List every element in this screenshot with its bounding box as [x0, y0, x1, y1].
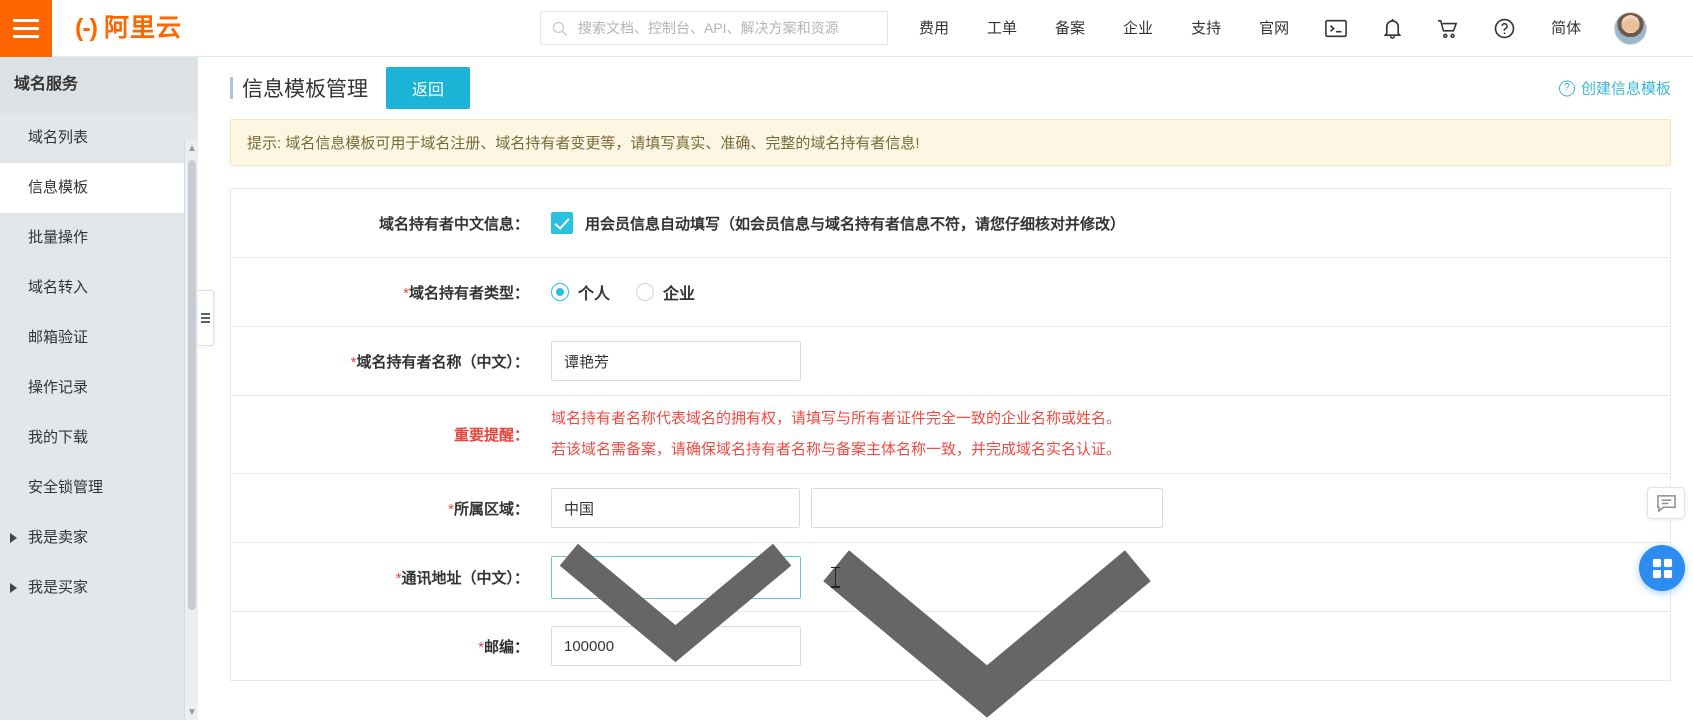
text-cursor-icon [835, 568, 836, 587]
radio-indicator [636, 283, 654, 301]
auto-fill-checkbox-label: 用会员信息自动填写（如会员信息与域名持有者信息不符，请您仔细核对并修改） [585, 213, 1125, 234]
top-navigation-bar: (-) 阿里云 费用 工单 备案 企业 支持 官网 [0, 0, 1693, 57]
help-circle-icon[interactable] [1493, 18, 1515, 40]
notice-banner: 提示: 域名信息模板可用于域名注册、域名持有者变更等，请填写真实、准确、完整的域… [230, 119, 1671, 166]
radio-holder-type-enterprise[interactable]: 企业 [636, 280, 695, 304]
region-country-select[interactable]: 中国 [551, 488, 800, 528]
search-icon [551, 20, 568, 37]
form-row-region: *所属区域： 中国 [231, 474, 1670, 543]
sidebar-item-label: 我的下载 [28, 429, 88, 446]
label-holder-info: 域名持有者中文信息： [241, 213, 551, 234]
hamburger-menu-icon[interactable] [0, 0, 52, 57]
label-postcode: *邮编： [241, 636, 551, 657]
sidebar-item-label: 域名列表 [28, 129, 88, 146]
global-search[interactable] [540, 11, 888, 45]
app-grid-icon [1651, 557, 1674, 580]
label-important-reminder: 重要提醒： [241, 424, 551, 445]
chevron-right-icon [10, 583, 17, 593]
nav-item-enterprise[interactable]: 企业 [1104, 0, 1172, 57]
language-switch[interactable]: 简体 [1532, 0, 1600, 57]
sidebar-item-i-am-seller[interactable]: 我是卖家 [0, 513, 198, 563]
info-template-form: 域名持有者中文信息： 用会员信息自动填写（如会员信息与域名持有者信息不符，请您仔… [230, 188, 1671, 681]
radio-label: 企业 [663, 280, 695, 304]
sidebar-item-operation-log[interactable]: 操作记录 [0, 363, 198, 413]
nav-item-tickets[interactable]: 工单 [968, 0, 1036, 57]
main-content: 信息模板管理 返回 ? 创建信息模板 提示: 域名信息模板可用于域名注册、域名持… [198, 57, 1693, 720]
terminal-icon[interactable] [1325, 18, 1347, 40]
aliyun-logo[interactable]: (-) 阿里云 [75, 16, 182, 41]
create-info-template-link[interactable]: ? 创建信息模板 [1559, 78, 1671, 99]
form-row-holder-type: *域名持有者类型： 个人 企业 [231, 258, 1670, 327]
sidebar-item-batch-ops[interactable]: 批量操作 [0, 213, 198, 263]
sidebar-item-label: 安全锁管理 [28, 479, 103, 496]
region-province-value [811, 488, 1163, 528]
radio-indicator [551, 283, 569, 301]
user-avatar[interactable] [1614, 12, 1647, 45]
scroll-up-arrow-icon[interactable]: ▲ [185, 140, 199, 156]
reminder-line-1: 域名持有者名称代表域名的拥有权，请填写与所有者证件完全一致的企业名称或姓名。 [551, 410, 1121, 428]
top-nav-items: 费用 工单 备案 企业 支持 官网 [900, 0, 1655, 57]
chevron-down-icon [551, 528, 800, 670]
sidebar-item-label: 操作记录 [28, 379, 88, 396]
sidebar: 域名服务 域名列表 信息模板 批量操作 域名转入 邮箱验证 操作记录 我的下载 … [0, 57, 198, 720]
chat-widget-button[interactable] [1647, 487, 1685, 519]
sidebar-item-info-template[interactable]: 信息模板 [0, 163, 198, 213]
collapse-bars-icon [201, 311, 210, 325]
create-info-template-label: 创建信息模板 [1581, 78, 1671, 99]
sidebar-collapse-handle[interactable] [198, 290, 214, 346]
holder-name-input[interactable] [551, 341, 801, 381]
back-button[interactable]: 返回 [386, 67, 470, 109]
region-province-select[interactable] [811, 488, 1163, 528]
nav-item-support[interactable]: 支持 [1172, 0, 1240, 57]
sidebar-scrollbar[interactable]: ▲ ▼ [184, 140, 198, 720]
radio-label: 个人 [578, 280, 610, 304]
auto-fill-checkbox[interactable] [551, 212, 573, 234]
sidebar-item-label: 我是卖家 [28, 529, 88, 546]
page-title: 信息模板管理 [230, 73, 368, 103]
aliyun-logo-text: 阿里云 [104, 16, 182, 41]
sidebar-item-domain-list[interactable]: 域名列表 [0, 113, 198, 163]
label-region: *所属区域： [241, 498, 551, 519]
radio-holder-type-individual[interactable]: 个人 [551, 280, 610, 304]
cart-icon[interactable] [1437, 18, 1459, 40]
sidebar-item-email-verify[interactable]: 邮箱验证 [0, 313, 198, 363]
sidebar-item-label: 批量操作 [28, 229, 88, 246]
scroll-down-arrow-icon[interactable]: ▼ [185, 704, 199, 720]
form-row-holder-info: 域名持有者中文信息： 用会员信息自动填写（如会员信息与域名持有者信息不符，请您仔… [231, 189, 1670, 258]
sidebar-item-label: 邮箱验证 [28, 329, 88, 346]
nav-item-fees[interactable]: 费用 [900, 0, 968, 57]
chat-bubble-icon [1656, 494, 1677, 512]
form-row-important-reminder: 重要提醒： 域名持有者名称代表域名的拥有权，请填写与所有者证件完全一致的企业名称… [231, 396, 1670, 474]
sidebar-item-domain-transfer[interactable]: 域名转入 [0, 263, 198, 313]
reminder-line-2: 若该域名需备案，请确保域名持有者名称与备案主体名称一致，并完成域名实名认证。 [551, 441, 1121, 459]
aliyun-logo-mark: (-) [75, 16, 97, 41]
app-grid-button[interactable] [1639, 545, 1685, 591]
scrollbar-thumb[interactable] [188, 160, 196, 610]
label-address: *通讯地址（中文）： [241, 567, 551, 588]
label-holder-name: *域名持有者名称（中文）： [241, 351, 551, 372]
nav-item-website[interactable]: 官网 [1240, 0, 1308, 57]
label-holder-type: *域名持有者类型： [241, 282, 551, 303]
sidebar-item-security-lock[interactable]: 安全锁管理 [0, 463, 198, 513]
chevron-down-icon [811, 528, 1163, 720]
search-input[interactable] [576, 19, 877, 37]
sidebar-item-label: 域名转入 [28, 279, 88, 296]
nav-item-icp[interactable]: 备案 [1036, 0, 1104, 57]
chevron-right-icon [10, 533, 17, 543]
sidebar-item-i-am-buyer[interactable]: 我是买家 [0, 563, 198, 613]
sidebar-item-label: 信息模板 [28, 179, 88, 196]
reminder-text-block: 域名持有者名称代表域名的拥有权，请填写与所有者证件完全一致的企业名称或姓名。 若… [551, 396, 1121, 473]
sidebar-item-my-downloads[interactable]: 我的下载 [0, 413, 198, 463]
sidebar-item-label: 我是买家 [28, 579, 88, 596]
sidebar-title: 域名服务 [0, 57, 198, 113]
form-row-holder-name: *域名持有者名称（中文）： [231, 327, 1670, 396]
bell-icon[interactable] [1381, 18, 1403, 40]
help-circle-icon: ? [1559, 80, 1575, 96]
page-header: 信息模板管理 返回 ? 创建信息模板 [198, 57, 1693, 119]
region-country-value: 中国 [551, 488, 800, 528]
